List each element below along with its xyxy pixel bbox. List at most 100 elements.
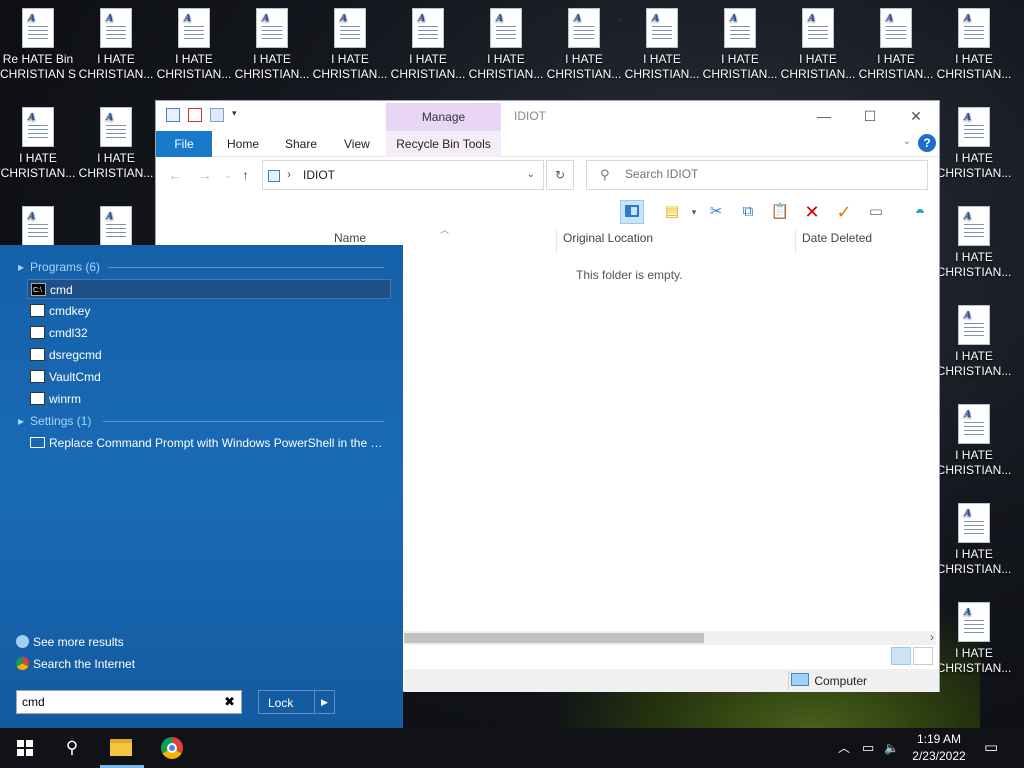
- copy-icon[interactable]: ⧉: [736, 200, 760, 224]
- check-icon[interactable]: ✓: [832, 200, 856, 224]
- group-header-programs[interactable]: Programs (6): [18, 260, 100, 274]
- cut-icon[interactable]: ✂: [704, 200, 728, 224]
- search-input[interactable]: [625, 167, 915, 181]
- tab-view[interactable]: View: [344, 131, 370, 157]
- globe-icon[interactable]: ◓: [908, 200, 932, 224]
- desktop-icon-file[interactable]: I HATE CHRISTIAN...: [624, 8, 700, 98]
- tab-share[interactable]: Share: [285, 131, 317, 157]
- program-item-winrm[interactable]: winrm: [27, 389, 391, 409]
- ribbon-expand-icon[interactable]: ⌄: [903, 136, 911, 147]
- column-divider[interactable]: [795, 229, 796, 253]
- search-box[interactable]: ⚲: [586, 160, 928, 190]
- minimize-button[interactable]: —: [801, 101, 847, 131]
- program-item-dsregcmd[interactable]: dsregcmd: [27, 345, 391, 365]
- breadcrumb-path[interactable]: IDIOT: [303, 168, 335, 182]
- lock-button[interactable]: Lock ▶: [258, 690, 335, 714]
- desktop-icon-file[interactable]: I HATE CHRISTIAN...: [468, 8, 544, 98]
- properties-icon[interactable]: ▤: [660, 200, 684, 224]
- forward-icon[interactable]: →: [198, 167, 212, 183]
- desktop-icon-file[interactable]: I HATE CHRISTIAN...: [936, 8, 1012, 98]
- search-internet-link[interactable]: Search the Internet: [16, 657, 135, 671]
- desktop-icon-file[interactable]: I HATE CHRISTIAN...: [156, 8, 232, 98]
- notifications-icon[interactable]: ▭: [984, 728, 998, 768]
- desktop-icon-recycle-bin[interactable]: Re HATE Bin CHRISTIAN S: [0, 8, 76, 98]
- tab-manage[interactable]: Manage: [386, 103, 501, 131]
- tab-file[interactable]: File: [156, 131, 212, 157]
- clock-time: 1:19 AM: [916, 732, 962, 746]
- column-header-date-deleted[interactable]: Date Deleted: [802, 231, 872, 251]
- start-button[interactable]: [0, 728, 48, 768]
- properties-dropdown-icon[interactable]: ▾: [682, 200, 706, 224]
- desktop-icon-file[interactable]: I HATE CHRISTIAN...: [936, 206, 1012, 296]
- maximize-button[interactable]: ☐: [847, 101, 893, 131]
- power-options-arrow-icon[interactable]: ▶: [314, 691, 334, 713]
- delete-icon[interactable]: ✕: [800, 200, 824, 224]
- program-item-cmdl32[interactable]: cmdl32: [27, 323, 391, 343]
- customize-toolbar-icon[interactable]: ▾: [232, 108, 242, 122]
- desktop-icon-file[interactable]: I HATE CHRISTIAN...: [858, 8, 934, 98]
- column-header-original-location[interactable]: Original Location: [563, 231, 653, 251]
- address-bar[interactable]: › IDIOT ⌄: [262, 160, 544, 190]
- properties-icon[interactable]: [188, 108, 202, 122]
- document-icon: [22, 107, 54, 147]
- desktop-icon-file[interactable]: I HATE CHRISTIAN...: [78, 107, 154, 197]
- quick-access-toolbar: ▾: [166, 108, 242, 122]
- show-hidden-icons-chevron[interactable]: ︿: [838, 728, 850, 768]
- empty-folder-message: This folder is empty.: [576, 268, 683, 282]
- details-view-icon[interactable]: [891, 647, 911, 665]
- clock[interactable]: 1:19 AM 2/23/2022: [903, 731, 975, 765]
- close-button[interactable]: ✕: [893, 101, 939, 131]
- desktop-icon-file[interactable]: I HATE CHRISTIAN...: [936, 305, 1012, 395]
- program-item-vaultcmd[interactable]: VaultCmd: [27, 367, 391, 387]
- start-search-box[interactable]: ✖: [16, 690, 242, 714]
- desktop-icon-file[interactable]: I HATE CHRISTIAN...: [702, 8, 778, 98]
- desktop-icon-file[interactable]: I HATE CHRISTIAN...: [936, 107, 1012, 197]
- column-divider[interactable]: [556, 229, 557, 253]
- title-bar[interactable]: ▾ Manage IDIOT — ☐ ✕: [156, 101, 939, 131]
- desktop-icon-label: I HATE CHRISTIAN...: [936, 250, 1012, 279]
- refresh-button[interactable]: ↻: [546, 160, 574, 190]
- horizontal-scrollbar[interactable]: ›: [404, 630, 936, 645]
- desktop-icon-file[interactable]: I HATE CHRISTIAN...: [546, 8, 622, 98]
- windows-logo-icon: [17, 740, 33, 756]
- rename-icon[interactable]: ▭: [864, 200, 888, 224]
- program-label: winrm: [49, 392, 81, 406]
- paste-icon[interactable]: 📋: [768, 200, 792, 224]
- chevron-down-icon[interactable]: ⌄: [527, 169, 535, 180]
- document-icon: [568, 8, 600, 48]
- tab-recycle-bin-tools[interactable]: Recycle Bin Tools: [386, 131, 501, 157]
- settings-item-replace-cmd[interactable]: Replace Command Prompt with Windows Powe…: [27, 433, 391, 453]
- desktop-icon-file[interactable]: I HATE CHRISTIAN...: [390, 8, 466, 98]
- clear-search-icon[interactable]: ✖: [224, 694, 235, 710]
- program-item-cmdkey[interactable]: cmdkey: [27, 301, 391, 321]
- scroll-right-icon[interactable]: ›: [930, 630, 934, 644]
- preview-pane-icon[interactable]: [620, 200, 644, 224]
- program-item-cmd[interactable]: cmd: [27, 279, 391, 299]
- start-search-input[interactable]: [22, 695, 212, 709]
- search-icon: [16, 635, 29, 648]
- taskbar-chrome[interactable]: [148, 728, 196, 768]
- desktop-icon-file[interactable]: I HATE CHRISTIAN...: [936, 404, 1012, 494]
- taskbar-file-explorer[interactable]: [98, 728, 146, 768]
- document-icon: [880, 8, 912, 48]
- up-icon[interactable]: ↑: [242, 167, 249, 183]
- large-icons-view-icon[interactable]: [913, 647, 933, 665]
- volume-icon[interactable]: 🔈: [884, 728, 899, 768]
- help-button[interactable]: ?: [918, 134, 936, 152]
- desktop-icon-file[interactable]: I HATE CHRISTIAN...: [936, 602, 1012, 692]
- taskbar-search-icon[interactable]: ⚲: [48, 728, 96, 768]
- new-folder-icon[interactable]: [210, 108, 224, 122]
- desktop-icon-file[interactable]: I HATE CHRISTIAN...: [312, 8, 388, 98]
- desktop-icon-file[interactable]: I HATE CHRISTIAN...: [936, 503, 1012, 593]
- desktop-icon-file[interactable]: I HATE CHRISTIAN...: [0, 107, 76, 197]
- see-more-results-link[interactable]: See more results: [16, 635, 124, 649]
- desktop-icon-file[interactable]: I HATE CHRISTIAN...: [78, 8, 154, 98]
- desktop-icon-file[interactable]: I HATE CHRISTIAN...: [234, 8, 310, 98]
- network-icon[interactable]: ▭: [862, 728, 874, 768]
- tab-home[interactable]: Home: [227, 131, 259, 157]
- back-icon[interactable]: ←: [168, 167, 182, 183]
- recent-locations-icon[interactable]: ⌄: [224, 170, 232, 181]
- desktop-icon-file[interactable]: I HATE CHRISTIAN...: [780, 8, 856, 98]
- scrollbar-thumb[interactable]: [404, 633, 704, 643]
- group-header-settings[interactable]: Settings (1): [18, 414, 91, 428]
